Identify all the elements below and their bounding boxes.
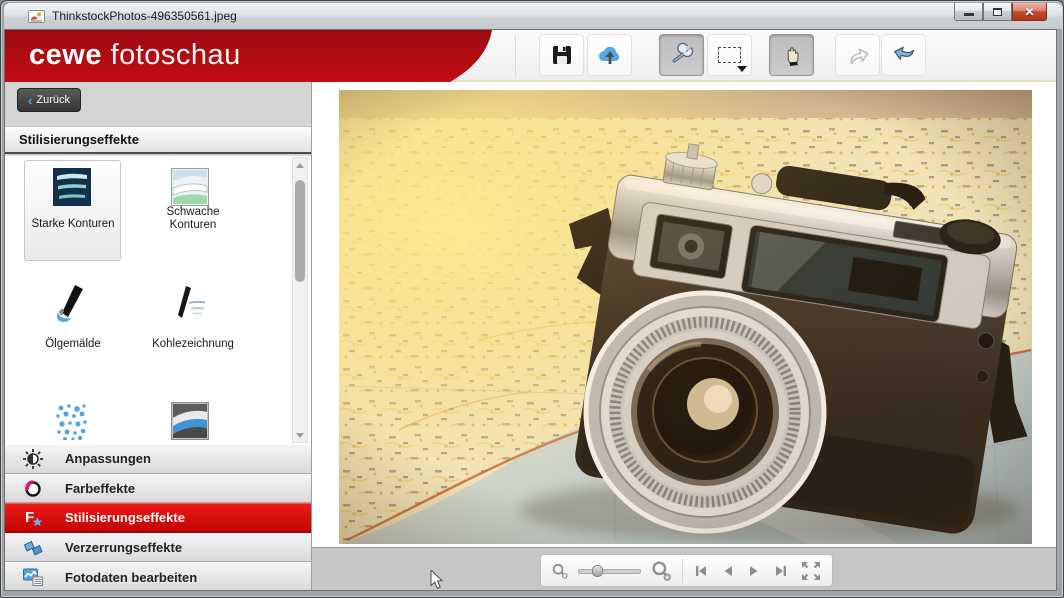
category-anpassungen[interactable]: Anpassungen: [5, 444, 311, 474]
app-window: ThinkstockPhotos-496350561.jpeg ✕ cewe f…: [0, 0, 1064, 598]
category-label: Stilisierungseffekte: [65, 510, 185, 525]
titlebar: ThinkstockPhotos-496350561.jpeg ✕: [4, 3, 1062, 29]
category-label: Fotodaten bearbeiten: [65, 570, 197, 585]
dots-effect-icon[interactable]: [53, 402, 91, 440]
category-label: Anpassungen: [65, 451, 151, 466]
maximize-button[interactable]: [983, 3, 1012, 21]
category-label: Farbeffekte: [65, 481, 135, 496]
sidebar: ‹ Zurück Stilisierungseffekte Starke Kon…: [5, 82, 312, 591]
effects-grid: Starke Konturen Schwache Konturen Ölgemä…: [5, 156, 311, 444]
brand-light: fotoschau: [111, 39, 241, 71]
upload-button[interactable]: [587, 34, 632, 76]
zoom-out-icon[interactable]: [551, 561, 569, 581]
window-controls: ✕: [954, 3, 1047, 21]
category-list: Anpassungen Farbeffekte F Stilisierungse…: [5, 444, 311, 591]
window-content: cewe fotoschau Optionen Hilfe: [4, 29, 1057, 591]
undo-arrow-icon: [845, 43, 871, 67]
chevron-left-icon: ‹: [28, 94, 32, 107]
effect-label: Ölgemälde: [25, 338, 121, 351]
charcoal-drawing-icon[interactable]: [171, 284, 209, 322]
fullscreen-button[interactable]: [799, 560, 822, 582]
photo-data-icon: [22, 566, 44, 588]
back-label: Zurück: [36, 94, 70, 106]
app-icon: [28, 9, 45, 24]
header: cewe fotoschau Optionen Hilfe: [5, 30, 1056, 82]
svg-text:F: F: [25, 509, 34, 526]
category-label: Verzerrungseffekte: [65, 540, 182, 555]
viewer-bottombar: [312, 547, 1057, 591]
category-stilisierungseffekte[interactable]: F Stilisierungseffekte: [5, 503, 311, 533]
previous-photo-button[interactable]: [719, 560, 737, 582]
distortion-icon: [22, 537, 44, 559]
app-logo: cewe fotoschau: [29, 39, 241, 72]
zoom-in-icon[interactable]: [650, 558, 673, 584]
close-button[interactable]: ✕: [1012, 3, 1047, 21]
minimize-icon: [964, 13, 974, 16]
last-photo-icon: [774, 564, 788, 578]
effect-label: Kohlezeichnung: [143, 338, 243, 351]
scrollbar-thumb[interactable]: [295, 180, 305, 282]
brightness-icon: [22, 448, 44, 470]
window-title: ThinkstockPhotos-496350561.jpeg: [52, 9, 237, 23]
toolbar-divider: [515, 35, 516, 77]
effect-label: Starke Konturen: [25, 218, 121, 231]
last-photo-button[interactable]: [772, 560, 790, 582]
scroll-down-icon[interactable]: [293, 428, 307, 442]
back-button[interactable]: ‹ Zurück: [17, 88, 81, 112]
dropdown-arrow-icon: [737, 66, 747, 72]
edit-tools-button[interactable]: [659, 34, 704, 76]
strong-contours-icon[interactable]: [53, 168, 91, 206]
zoom-slider-handle[interactable]: [592, 565, 603, 577]
close-icon: ✕: [1024, 6, 1034, 18]
stylize-star-icon: F: [22, 507, 44, 529]
floppy-disk-icon: [550, 43, 574, 67]
selection-rectangle-icon: [718, 47, 741, 63]
previous-photo-icon: [722, 564, 734, 578]
crop-select-button[interactable]: [707, 34, 752, 76]
panel-divider: [682, 559, 683, 583]
stripes-effect-icon[interactable]: [171, 402, 209, 440]
category-farbeffekte[interactable]: Farbeffekte: [5, 474, 311, 504]
first-photo-button[interactable]: [692, 560, 710, 582]
photo-canvas[interactable]: [312, 82, 1057, 547]
brand-bold: cewe: [29, 39, 102, 71]
oil-painting-icon[interactable]: [53, 284, 91, 322]
wrench-icon: [669, 42, 695, 68]
maximize-icon: [993, 8, 1002, 16]
save-button[interactable]: [539, 34, 584, 76]
pan-button[interactable]: [769, 34, 814, 76]
zoom-slider[interactable]: [578, 564, 642, 578]
effects-scrollbar[interactable]: [292, 157, 308, 443]
undo-button[interactable]: [835, 34, 880, 76]
effect-label: Schwache Konturen: [143, 206, 243, 232]
panel-title: Stilisierungseffekte: [5, 126, 311, 154]
next-photo-button[interactable]: [746, 560, 764, 582]
next-photo-icon: [748, 564, 760, 578]
redo-button[interactable]: [881, 34, 926, 76]
hand-icon: [779, 42, 805, 68]
cloud-upload-icon: [596, 43, 624, 67]
photo-camera-on-map[interactable]: [339, 90, 1032, 544]
first-photo-icon: [694, 564, 708, 578]
weak-contours-icon[interactable]: [171, 168, 209, 206]
color-swirl-icon: [22, 477, 44, 499]
scroll-up-icon[interactable]: [293, 158, 307, 172]
category-verzerrungseffekte[interactable]: Verzerrungseffekte: [5, 533, 311, 563]
category-fotodaten-bearbeiten[interactable]: Fotodaten bearbeiten: [5, 562, 311, 591]
zoom-panel: [540, 554, 833, 587]
zoom-slider-track[interactable]: [578, 569, 642, 574]
redo-arrow-icon: [891, 43, 917, 67]
minimize-button[interactable]: [954, 3, 983, 21]
fullscreen-icon: [800, 560, 822, 582]
